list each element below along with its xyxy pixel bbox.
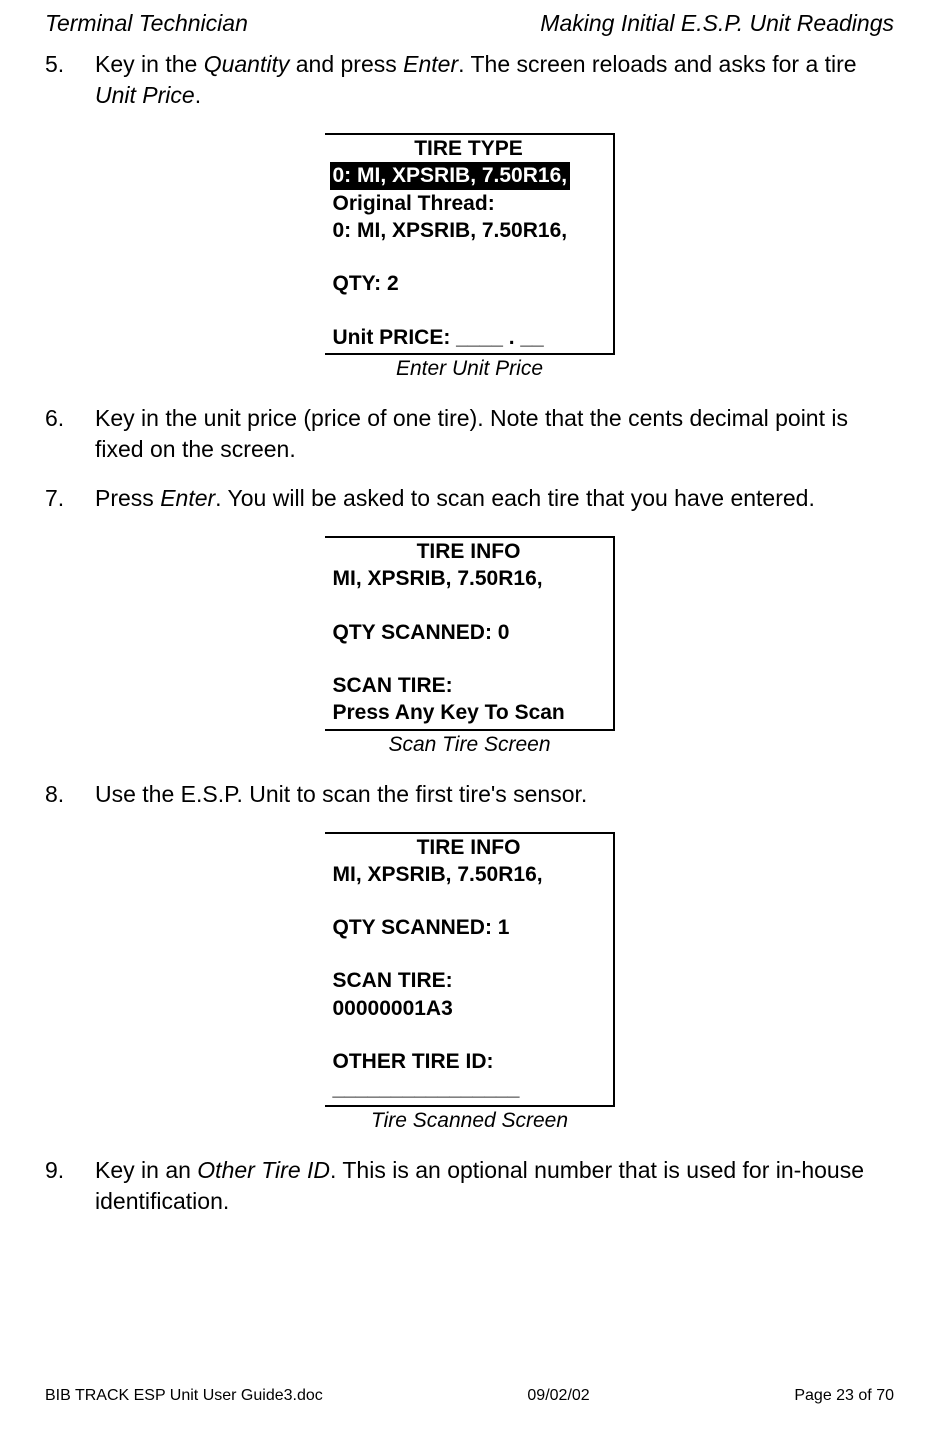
- screen-caption: Scan Tire Screen: [45, 733, 894, 757]
- step-text: Key in the Quantity and press Enter. The…: [95, 49, 894, 111]
- screen-line: Unit PRICE: ____ . __: [325, 324, 613, 351]
- screen-line: MI, XPSRIB, 7.50R16,: [325, 861, 613, 888]
- step-5: 5. Key in the Quantity and press Enter. …: [45, 49, 894, 111]
- screen-caption: Enter Unit Price: [45, 357, 894, 381]
- screen-tire-type: TIRE TYPE 0: MI, XPSRIB, 7.50R16, Origin…: [325, 133, 615, 355]
- step-text: Use the E.S.P. Unit to scan the first ti…: [95, 779, 894, 810]
- screen-line: 00000001A3: [325, 995, 613, 1022]
- screen-title: TIRE TYPE: [325, 135, 613, 162]
- screen-title: TIRE INFO: [325, 538, 613, 565]
- step-number: 9.: [45, 1155, 95, 1217]
- step-number: 8.: [45, 779, 95, 810]
- screen-1-wrapper: TIRE TYPE 0: MI, XPSRIB, 7.50R16, Origin…: [45, 133, 894, 381]
- step-number: 6.: [45, 403, 95, 465]
- screen-line: Original Thread:: [325, 190, 613, 217]
- step-text: Press Enter. You will be asked to scan e…: [95, 483, 894, 514]
- step-7: 7. Press Enter. You will be asked to sca…: [45, 483, 894, 514]
- screen-line: SCAN TIRE:: [325, 672, 613, 699]
- screen-selected-line: 0: MI, XPSRIB, 7.50R16,: [330, 162, 571, 189]
- step-8: 8. Use the E.S.P. Unit to scan the first…: [45, 779, 894, 810]
- footer-right: Page 23 of 70: [794, 1387, 894, 1405]
- screen-line: QTY: 2: [325, 270, 613, 297]
- step-6: 6. Key in the unit price (price of one t…: [45, 403, 894, 465]
- screen-2-wrapper: TIRE INFO MI, XPSRIB, 7.50R16, QTY SCANN…: [45, 536, 894, 756]
- screen-line: OTHER TIRE ID:: [325, 1048, 613, 1075]
- screen-line: ________________: [325, 1075, 613, 1102]
- page-header: Terminal Technician Making Initial E.S.P…: [45, 10, 894, 37]
- page-footer: BIB TRACK ESP Unit User Guide3.doc 09/02…: [45, 1387, 894, 1405]
- header-right: Making Initial E.S.P. Unit Readings: [540, 10, 894, 37]
- screen-line: QTY SCANNED: 1: [325, 914, 613, 941]
- step-text: Key in the unit price (price of one tire…: [95, 403, 894, 465]
- screen-tire-info-scan: TIRE INFO MI, XPSRIB, 7.50R16, QTY SCANN…: [325, 536, 615, 730]
- screen-3-wrapper: TIRE INFO MI, XPSRIB, 7.50R16, QTY SCANN…: [45, 832, 894, 1133]
- screen-line: Press Any Key To Scan: [325, 699, 613, 726]
- step-text: Key in an Other Tire ID. This is an opti…: [95, 1155, 894, 1217]
- header-left: Terminal Technician: [45, 10, 248, 37]
- footer-left: BIB TRACK ESP Unit User Guide3.doc: [45, 1387, 323, 1405]
- step-9: 9. Key in an Other Tire ID. This is an o…: [45, 1155, 894, 1217]
- screen-line: SCAN TIRE:: [325, 967, 613, 994]
- screen-title: TIRE INFO: [325, 834, 613, 861]
- screen-tire-info-scanned: TIRE INFO MI, XPSRIB, 7.50R16, QTY SCANN…: [325, 832, 615, 1107]
- step-number: 5.: [45, 49, 95, 111]
- screen-line: 0: MI, XPSRIB, 7.50R16,: [325, 217, 613, 244]
- screen-line: QTY SCANNED: 0: [325, 619, 613, 646]
- screen-caption: Tire Scanned Screen: [45, 1109, 894, 1133]
- step-number: 7.: [45, 483, 95, 514]
- screen-line: MI, XPSRIB, 7.50R16,: [325, 565, 613, 592]
- footer-center: 09/02/02: [527, 1387, 589, 1405]
